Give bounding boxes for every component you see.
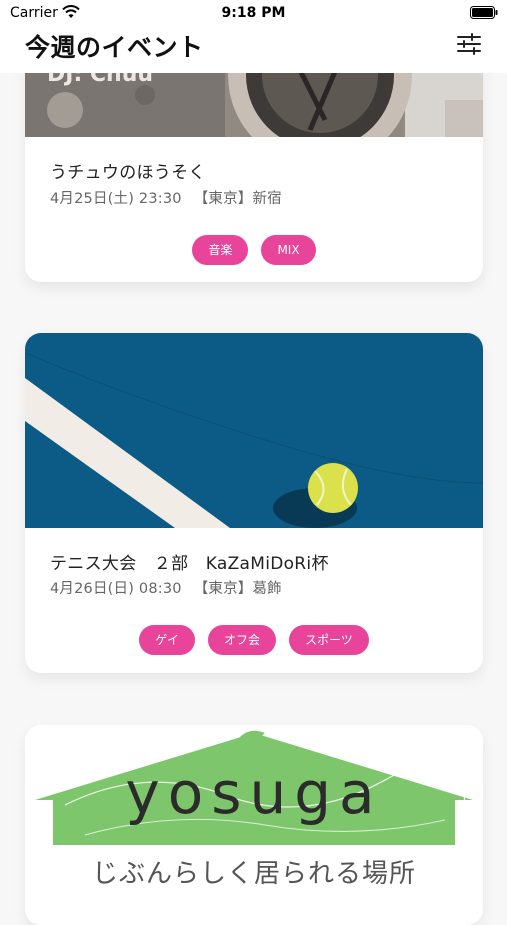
tennis-court-photo [25,333,483,528]
tag-chip[interactable]: 音楽 [192,235,249,265]
tag-list: 音楽 MIX [25,235,483,265]
battery-icon [470,6,498,19]
event-card[interactable]: yosuga じぶんらしく居られる場所 [25,725,483,925]
event-image: yosuga じぶんらしく居られる場所 [25,725,483,925]
tag-chip[interactable]: MIX [261,235,316,265]
logo-text: yosuga [125,759,383,827]
page-title: 今週のイベント [25,33,204,62]
event-image [25,333,483,528]
status-bar: Carrier 9:18 PM [0,0,507,28]
tag-list: ゲイ オフ会 スポーツ [25,625,483,655]
event-title: うチュウのほうそく [50,163,206,183]
tag-chip[interactable]: オフ会 [207,625,276,655]
nav-bar: 今週のイベント [0,28,507,73]
event-meta: 4月25日(土) 23:30 【東京】新宿 [50,187,282,208]
event-location: 【東京】新宿 [193,191,282,207]
event-date: 4月26日(日) 08:30 [50,581,182,597]
status-time: 9:18 PM [221,5,286,21]
logo-tagline: じぶんらしく居られる場所 [91,859,416,889]
filter-icon[interactable] [457,33,481,55]
event-date: 4月25日(土) 23:30 [50,191,182,207]
tag-chip[interactable]: ゲイ [139,625,195,655]
event-card[interactable]: テニス大会 ２部 KaZaMiDoRi杯 4月26日(日) 08:30 【東京】葛… [25,333,483,673]
event-location: 【東京】葛飾 [193,581,282,597]
event-title: テニス大会 ２部 KaZaMiDoRi杯 [50,554,329,574]
tag-chip[interactable]: スポーツ [289,625,369,655]
event-meta: 4月26日(日) 08:30 【東京】葛飾 [50,577,282,598]
